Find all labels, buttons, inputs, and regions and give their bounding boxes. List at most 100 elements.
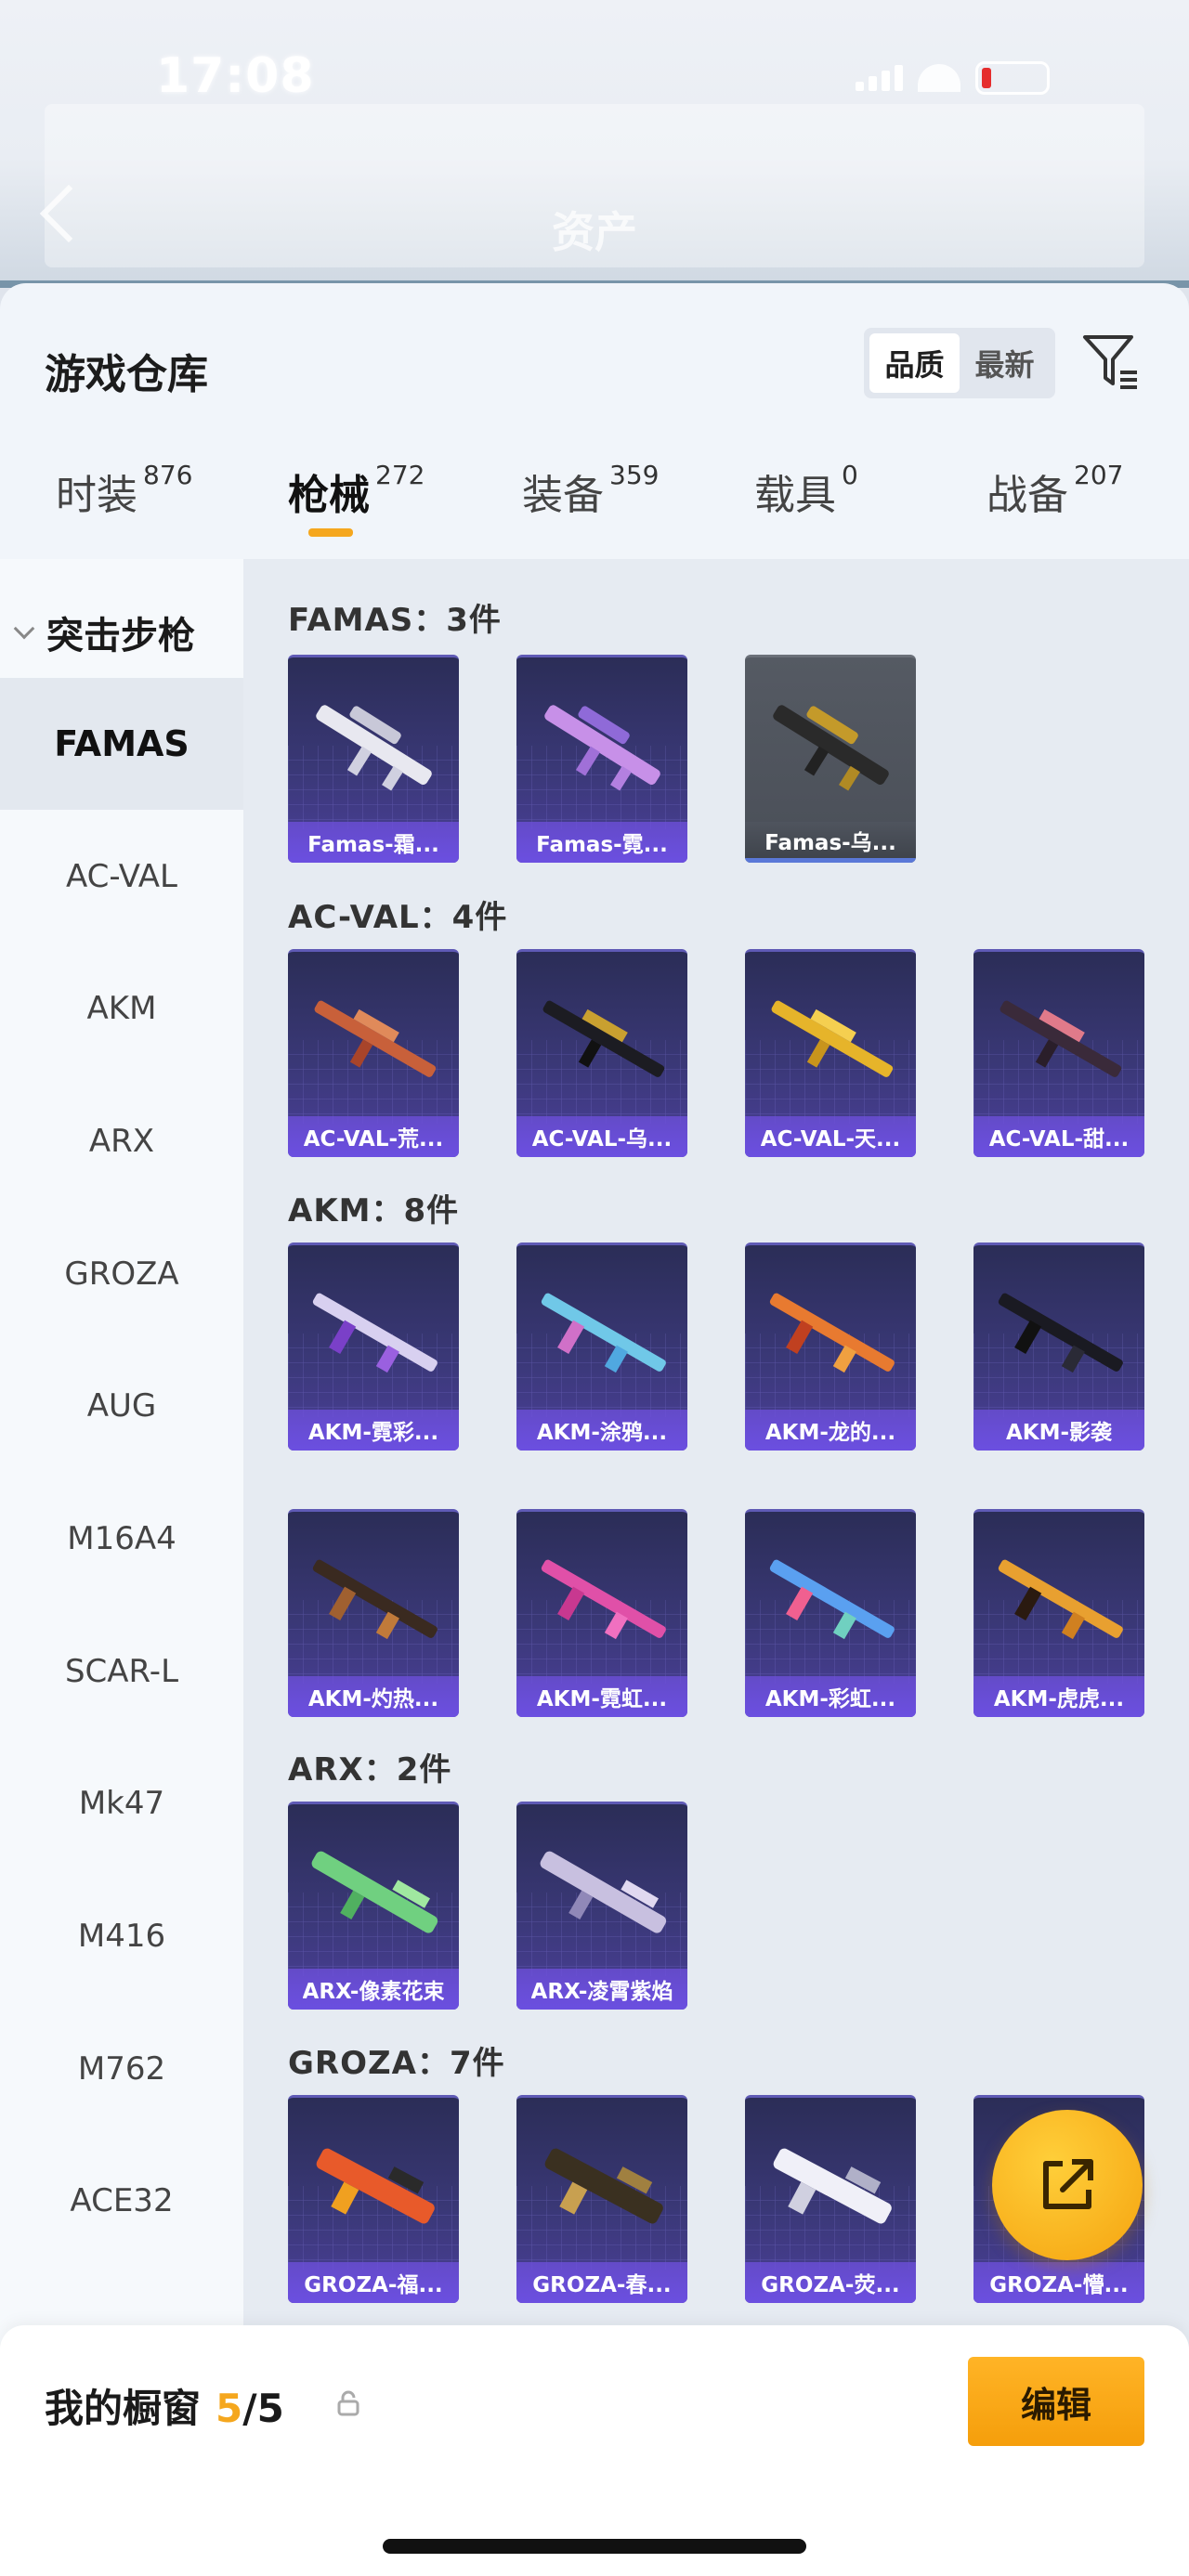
- weapon-name: AKM-彩虹...: [764, 1687, 896, 1711]
- sort-quality-button[interactable]: 品质: [869, 333, 960, 393]
- sidebar-item-arx[interactable]: ARX: [0, 1075, 243, 1207]
- sidebar-item-famas[interactable]: FAMAS: [0, 678, 243, 810]
- status-time: 17:08: [156, 48, 315, 104]
- weapon-card[interactable]: Famas-霜...: [288, 655, 459, 863]
- weapon-name: GROZA-荧...: [761, 2273, 900, 2297]
- weapon-name: AKM-影袭: [1005, 1421, 1113, 1445]
- weapon-card[interactable]: AKM-彩虹...: [745, 1509, 916, 1717]
- rifle-icon: [540, 1851, 667, 1933]
- edit-button[interactable]: 编辑: [968, 2357, 1144, 2446]
- tab-equipment[interactable]: 装备 359: [522, 460, 660, 521]
- weapon-card[interactable]: ARX-像素花束: [288, 1802, 459, 2010]
- tab-supplies[interactable]: 战备 207: [986, 460, 1124, 521]
- weapon-name: AKM-龙的...: [764, 1421, 896, 1445]
- showcase-count: 5/5: [216, 2386, 284, 2431]
- group-title-ac-val: AC-VAL：4件: [288, 899, 508, 936]
- rifle-icon: [544, 2148, 663, 2224]
- weapon-name: ARX-凌霄紫焰: [530, 1980, 673, 2004]
- weapon-card[interactable]: AC-VAL-乌...: [516, 949, 687, 1157]
- group-title-arx: ARX：2件: [288, 1751, 452, 1789]
- weapon-card[interactable]: GROZA-荧...: [745, 2095, 916, 2303]
- weapon-name: GROZA-懵...: [989, 2273, 1129, 2297]
- weapon-card[interactable]: Famas-霓...: [516, 655, 687, 863]
- rifle-icon: [541, 1293, 666, 1373]
- weapon-card[interactable]: AKM-涂鸦...: [516, 1242, 687, 1451]
- weapon-name: GROZA-春...: [532, 2273, 672, 2297]
- sidebar-item-ace32[interactable]: ACE32: [0, 2135, 243, 2267]
- rifle-icon: [316, 705, 432, 791]
- tab-count: 359: [609, 460, 660, 490]
- sheet-title: 游戏仓库: [45, 351, 208, 398]
- weapon-card[interactable]: AKM-霓虹...: [516, 1509, 687, 1717]
- rifle-icon: [316, 2148, 435, 2224]
- filter-icon[interactable]: [1079, 330, 1143, 393]
- share-button[interactable]: [992, 2110, 1143, 2260]
- weapon-name: AKM-虎虎...: [993, 1687, 1125, 1711]
- sidebar-item-mk47[interactable]: Mk47: [0, 1737, 243, 1869]
- home-indicator: [383, 2539, 806, 2554]
- sidebar-item-m762[interactable]: M762: [0, 2003, 243, 2135]
- tab-guns[interactable]: 枪械 272: [288, 460, 425, 537]
- external-link-icon: [1043, 2159, 1093, 2209]
- rifle-icon: [544, 705, 660, 791]
- rifle-icon: [769, 1559, 895, 1640]
- rifle-icon: [311, 1851, 438, 1933]
- weapon-card[interactable]: Famas-乌...: [745, 655, 916, 863]
- weapon-card[interactable]: AKM-虎虎...: [973, 1509, 1144, 1717]
- sidebar-item-scar-l[interactable]: SCAR-L: [0, 1606, 243, 1737]
- weapon-name: AKM-灼热...: [307, 1687, 439, 1711]
- group-title-akm: AKM：8件: [288, 1192, 460, 1229]
- rifle-icon: [312, 1559, 438, 1640]
- weapon-card[interactable]: AC-VAL-甜...: [973, 949, 1144, 1157]
- weapon-name: AC-VAL-乌...: [531, 1127, 673, 1151]
- rifle-icon: [541, 1559, 666, 1640]
- tab-active-indicator: [308, 528, 353, 537]
- weapon-card[interactable]: GROZA-福...: [288, 2095, 459, 2303]
- weapon-name: Famas-霜...: [307, 833, 439, 857]
- rifle-icon: [773, 705, 889, 791]
- weapon-card[interactable]: AKM-灼热...: [288, 1509, 459, 1717]
- signal-icon: [856, 65, 903, 91]
- weapon-name: AC-VAL-荒...: [303, 1127, 444, 1151]
- weapon-name: GROZA-福...: [304, 2273, 443, 2297]
- tab-label: 时装: [56, 472, 137, 519]
- weapon-card[interactable]: AKM-影袭: [973, 1242, 1144, 1451]
- weapon-name: AKM-霓彩...: [307, 1421, 439, 1445]
- category-tabs: 时装 876 枪械 272 装备 359 载具 0 战备 207: [0, 460, 1189, 564]
- weapon-card[interactable]: AC-VAL-天...: [745, 949, 916, 1157]
- sidebar-category-label: 突击步枪: [46, 615, 195, 657]
- rifle-icon: [998, 1559, 1123, 1640]
- tab-count: 0: [842, 460, 858, 490]
- tab-count: 876: [143, 460, 193, 490]
- group-title-famas: FAMAS：3件: [288, 602, 502, 639]
- showcase-total: /5: [242, 2386, 284, 2431]
- weapon-card[interactable]: ARX-凌霄紫焰: [516, 1802, 687, 2010]
- sidebar-item-m16a4[interactable]: M16A4: [0, 1473, 243, 1605]
- rifle-icon: [542, 1000, 665, 1077]
- rifle-icon: [312, 1293, 438, 1373]
- sidebar-item-groza[interactable]: GROZA: [0, 1208, 243, 1340]
- tab-count: 207: [1074, 460, 1124, 490]
- rifle-icon: [773, 2148, 892, 2224]
- sidebar-item-aug[interactable]: AUG: [0, 1340, 243, 1472]
- weapon-name: AKM-涂鸦...: [536, 1421, 668, 1445]
- tab-count: 272: [375, 460, 425, 490]
- rifle-icon: [998, 1293, 1123, 1373]
- weapon-card[interactable]: GROZA-春...: [516, 2095, 687, 2303]
- sidebar-item-ac-val[interactable]: AC-VAL: [0, 811, 243, 943]
- weapon-name: Famas-霓...: [536, 833, 668, 857]
- weapon-card[interactable]: AKM-霓彩...: [288, 1242, 459, 1451]
- sidebar-item-akm[interactable]: AKM: [0, 943, 243, 1074]
- sidebar-item-m416[interactable]: M416: [0, 1870, 243, 2002]
- tab-fashion[interactable]: 时装 876: [56, 460, 193, 521]
- weapon-card[interactable]: AKM-龙的...: [745, 1242, 916, 1451]
- sidebar-category[interactable]: 突击步枪: [13, 605, 195, 659]
- tab-vehicles[interactable]: 载具 0: [754, 460, 858, 521]
- tab-label: 枪械: [288, 472, 370, 519]
- weapon-card[interactable]: AC-VAL-荒...: [288, 949, 459, 1157]
- warehouse-sheet: 游戏仓库 品质 最新 时装 876 枪械 272 装备 359 载具 0 战备 …: [0, 283, 1189, 2576]
- weapon-sidebar: 突击步枪 FAMAS AC-VAL AKM ARX GROZA AUG M16A…: [0, 559, 243, 2576]
- tab-label: 装备: [522, 472, 604, 519]
- sort-newest-button[interactable]: 最新: [960, 333, 1050, 393]
- rifle-icon: [1000, 1000, 1122, 1077]
